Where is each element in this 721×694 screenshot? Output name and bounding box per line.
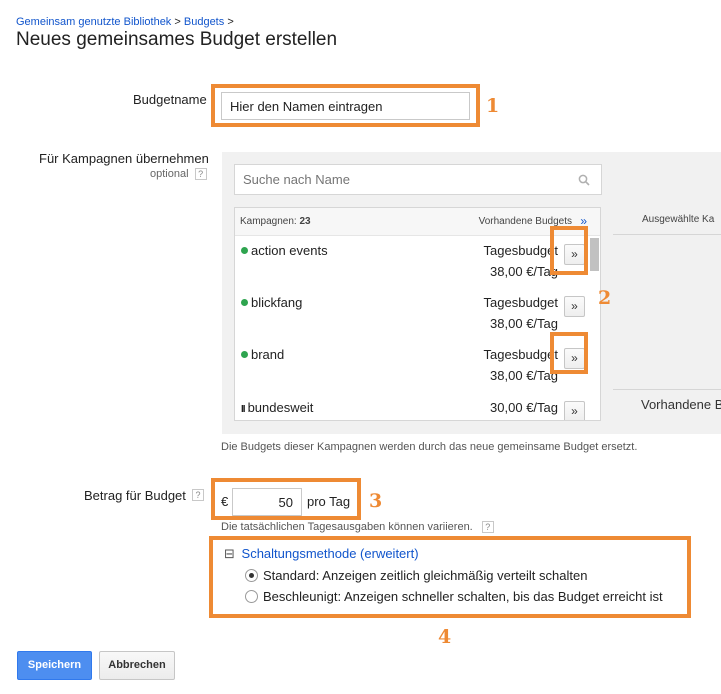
radio-accelerated[interactable] [245, 590, 258, 604]
selected-divider-bottom [613, 389, 721, 390]
radio-standard[interactable] [245, 569, 258, 583]
campaign-budget-type: Tagesbudget [483, 347, 558, 362]
campaign-budget-amount: 38,00 €/Tag [490, 316, 558, 331]
campaign-budget-amount: 38,00 €/Tag [490, 368, 558, 383]
campaigns-optional: optional ? [150, 168, 207, 181]
campaign-count-label: Kampagnen: [240, 216, 297, 227]
add-campaign-button[interactable]: » [564, 401, 585, 420]
delivery-method-title[interactable]: Schaltungsmethode (erweitert) [242, 546, 419, 561]
budget-name-input[interactable] [221, 92, 470, 120]
cancel-button[interactable]: Abbrechen [99, 651, 175, 680]
status-active-icon [241, 247, 248, 255]
amount-hint: Die tatsächlichen Tagesausgaben können v… [221, 521, 494, 534]
annotation-number-3: 3 [369, 490, 383, 512]
budget-name-label: Budgetname [133, 92, 207, 107]
campaign-budget-type: Tagesbudget [483, 243, 558, 258]
campaign-list-header: Kampagnen: 23 Vorhandene Budgets » [235, 208, 600, 236]
status-active-icon [241, 299, 248, 307]
breadcrumb-link-library[interactable]: Gemeinsam genutzte Bibliothek [16, 16, 171, 28]
campaign-budget-type: Tagesbudget [483, 295, 558, 310]
delivery-method-header[interactable]: ⊟ Schaltungsmethode (erweitert) [224, 546, 419, 562]
budget-amount-label: Betrag für Budget [84, 488, 186, 503]
annotation-number-4: 4 [438, 626, 452, 648]
campaign-name: II bundesweit [241, 400, 314, 415]
campaign-budget-amount: 38,00 €/Tag [490, 264, 558, 279]
campaign-row: action events Tagesbudget 38,00 €/Tag » [235, 236, 600, 288]
campaign-count: Kampagnen: 23 [240, 216, 311, 227]
optional-label: optional [150, 168, 189, 180]
campaign-name: action events [241, 243, 328, 258]
budget-amount-input[interactable] [232, 488, 302, 516]
annotation-box-2b [550, 332, 588, 374]
campaign-search[interactable] [234, 164, 602, 195]
status-active-icon [241, 351, 248, 359]
annotation-number-2: 2 [598, 287, 612, 309]
breadcrumb: Gemeinsam genutzte Bibliothek > Budgets … [16, 16, 234, 28]
breadcrumb-link-budgets[interactable]: Budgets [184, 16, 224, 28]
currency-symbol: € [221, 494, 229, 509]
save-button[interactable]: Speichern [17, 651, 92, 680]
campaign-search-input[interactable] [235, 165, 565, 194]
campaign-list-scrollbar[interactable] [589, 236, 600, 420]
amount-hint-help-icon[interactable]: ? [481, 521, 494, 534]
campaign-count-value: 23 [299, 216, 311, 227]
add-campaign-button[interactable]: » [564, 296, 585, 317]
annotation-box-2a [550, 226, 588, 275]
budget-amount-help-icon[interactable]: ? [192, 489, 204, 501]
campaign-row: brand Tagesbudget 38,00 €/Tag » [235, 340, 600, 392]
campaign-row: blickfang Tagesbudget 38,00 €/Tag » [235, 288, 600, 340]
search-icon [578, 174, 590, 186]
delivery-option-standard[interactable]: Standard: Anzeigen zeitlich gleichmäßig … [245, 568, 587, 583]
scrollbar-thumb[interactable] [590, 238, 599, 271]
breadcrumb-separator: > [174, 16, 181, 28]
campaign-list: Kampagnen: 23 Vorhandene Budgets » actio… [234, 207, 601, 421]
page-title: Neues gemeinsames Budget erstellen [16, 29, 338, 50]
delivery-option-accelerated[interactable]: Beschleunigt: Anzeigen schneller schalte… [245, 589, 663, 604]
selected-campaigns-header: Ausgewählte Ka [642, 214, 715, 225]
campaign-budget-amount: 30,00 €/Tag [490, 400, 558, 415]
campaigns-help-icon[interactable]: ? [194, 168, 207, 181]
status-paused-icon: II [241, 404, 245, 415]
amount-unit: pro Tag [307, 494, 351, 509]
campaigns-label: Für Kampagnen übernehmen [39, 151, 209, 166]
amount-hint-text: Die tatsächlichen Tagesausgaben können v… [221, 521, 473, 533]
selected-existing-budgets: Vorhandene B [641, 397, 721, 412]
collapse-icon[interactable]: ⊟ [224, 546, 235, 561]
selected-divider-top [613, 234, 721, 235]
campaign-row: II bundesweit 30,00 €/Tag » [235, 392, 600, 420]
breadcrumb-separator: > [227, 16, 234, 28]
campaigns-note: Die Budgets dieser Kampagnen werden durc… [221, 441, 638, 453]
annotation-number-1: 1 [486, 95, 500, 117]
campaign-name: blickfang [241, 295, 302, 310]
campaign-name: brand [241, 347, 284, 362]
